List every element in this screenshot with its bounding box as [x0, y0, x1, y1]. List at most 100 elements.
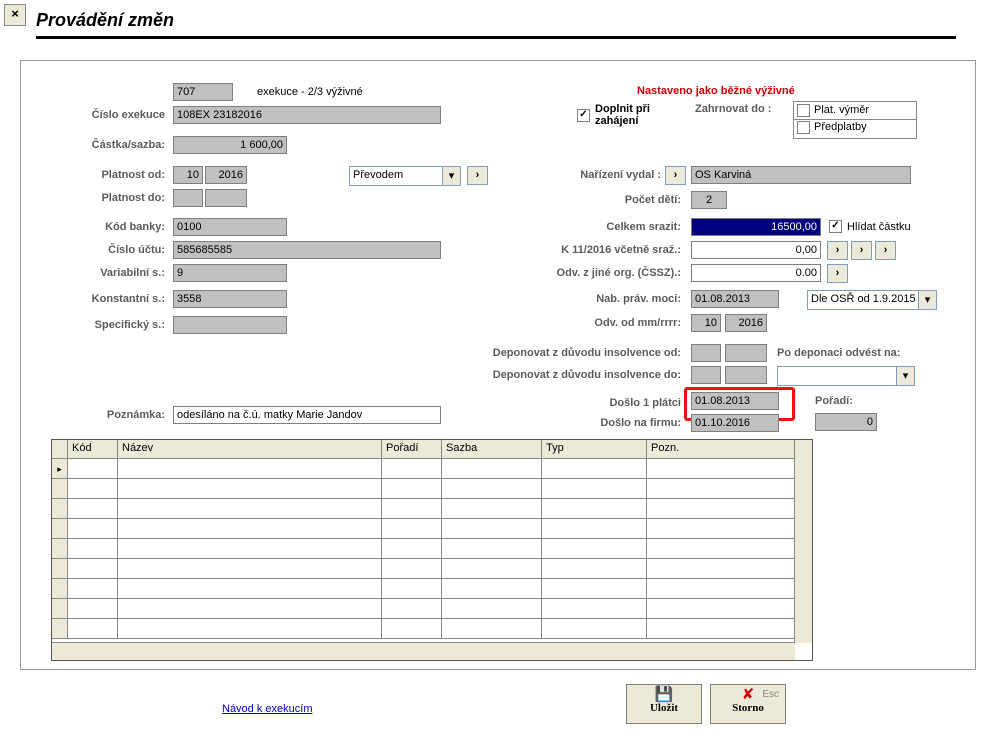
platnost-od-yy[interactable]: 2016	[205, 166, 247, 184]
ss-field[interactable]	[173, 316, 287, 334]
grid-cell[interactable]	[442, 519, 542, 539]
plat-vymer-checkbox[interactable]	[797, 104, 810, 117]
grid-cell[interactable]	[382, 499, 442, 519]
platba-go-button[interactable]: ›	[467, 166, 488, 185]
doslof-field[interactable]: 01.10.2016	[691, 414, 779, 432]
platnost-do-mm[interactable]	[173, 189, 203, 207]
grid-cell[interactable]	[382, 459, 442, 479]
poznamka-field[interactable]: odesíláno na č.ú. matky Marie Jandov	[173, 406, 441, 424]
castka-field[interactable]: 1 600,00	[173, 136, 287, 154]
cancel-button[interactable]: ✘ Esc Storno	[710, 684, 786, 724]
grid-cell[interactable]	[647, 599, 795, 619]
grid-cell[interactable]	[118, 539, 382, 559]
grid-cell[interactable]	[542, 559, 647, 579]
row-header[interactable]	[52, 559, 68, 579]
grid-cell[interactable]	[382, 479, 442, 499]
narizeni-field[interactable]: OS Karviná	[691, 166, 911, 184]
grid-cell[interactable]	[442, 579, 542, 599]
grid-cell[interactable]	[118, 459, 382, 479]
predplatby-checkbox[interactable]	[797, 121, 810, 134]
po-dep-combo[interactable]: ▾	[777, 366, 915, 386]
row-header[interactable]	[52, 579, 68, 599]
row-header[interactable]	[52, 479, 68, 499]
grid-cell[interactable]	[118, 499, 382, 519]
grid-cell[interactable]	[382, 539, 442, 559]
grid-cell[interactable]	[382, 579, 442, 599]
grid-hscroll[interactable]	[52, 642, 795, 660]
grid-cell[interactable]	[118, 559, 382, 579]
close-button[interactable]: ×	[4, 4, 26, 26]
grid-cell[interactable]	[647, 619, 795, 639]
grid-cell[interactable]	[647, 519, 795, 539]
guide-link[interactable]: Návod k exekucím	[222, 703, 312, 715]
grid-cell[interactable]	[442, 559, 542, 579]
k-btn2[interactable]: ›	[851, 241, 872, 260]
odv-field[interactable]: 0.00	[691, 264, 821, 282]
grid-cell[interactable]	[542, 519, 647, 539]
grid-cell[interactable]	[647, 559, 795, 579]
osr-combo[interactable]: Dle OSŘ od 1.9.2015 ▾	[807, 290, 937, 310]
dep-do-mm[interactable]	[691, 366, 721, 384]
grid-cell[interactable]	[542, 499, 647, 519]
row-header[interactable]	[52, 519, 68, 539]
grid-cell[interactable]	[542, 459, 647, 479]
k-field[interactable]: 0,00	[691, 241, 821, 259]
grid-cell[interactable]	[442, 539, 542, 559]
grid-cell[interactable]	[382, 619, 442, 639]
grid-cell[interactable]	[542, 619, 647, 639]
k-btn3[interactable]: ›	[875, 241, 896, 260]
grid-cell[interactable]	[68, 619, 118, 639]
grid-cell[interactable]	[647, 459, 795, 479]
dep-od-yy[interactable]	[725, 344, 767, 362]
doplnit-checkbox[interactable]: ✓	[577, 109, 590, 122]
grid-cell[interactable]	[118, 579, 382, 599]
grid-vscroll[interactable]	[794, 440, 812, 643]
col-pozn[interactable]: Pozn.	[647, 440, 795, 459]
grid-cell[interactable]	[68, 499, 118, 519]
grid-cell[interactable]	[68, 479, 118, 499]
kod-banky-field[interactable]: 0100	[173, 218, 287, 236]
celkem-field[interactable]: 16500,00	[691, 218, 821, 236]
nab-field[interactable]: 01.08.2013	[691, 290, 779, 308]
grid-cell[interactable]	[647, 579, 795, 599]
k-btn1[interactable]: ›	[827, 241, 848, 260]
grid-cell[interactable]	[542, 479, 647, 499]
platnost-do-yy[interactable]	[205, 189, 247, 207]
odv-btn[interactable]: ›	[827, 264, 848, 283]
grid-cell[interactable]	[382, 559, 442, 579]
col-sazba[interactable]: Sazba	[442, 440, 542, 459]
grid-cell[interactable]	[647, 479, 795, 499]
grid-cell[interactable]	[382, 519, 442, 539]
grid-cell[interactable]	[542, 539, 647, 559]
row-header[interactable]	[52, 499, 68, 519]
row-header[interactable]: ▸	[52, 459, 68, 479]
grid-cell[interactable]	[68, 459, 118, 479]
row-header[interactable]	[52, 619, 68, 639]
narizeni-go-button[interactable]: ›	[665, 166, 686, 185]
code-field[interactable]: 707	[173, 83, 233, 101]
grid-cell[interactable]	[68, 539, 118, 559]
hlidat-checkbox[interactable]: ✓	[829, 220, 842, 233]
col-kod[interactable]: Kód	[68, 440, 118, 459]
vars-field[interactable]: 9	[173, 264, 287, 282]
ks-field[interactable]: 3558	[173, 290, 287, 308]
col-nazev[interactable]: Název	[118, 440, 382, 459]
platnost-od-mm[interactable]: 10	[173, 166, 203, 184]
grid-cell[interactable]	[68, 599, 118, 619]
grid-cell[interactable]	[647, 499, 795, 519]
save-button[interactable]: 💾 Uložit	[626, 684, 702, 724]
col-poradi[interactable]: Pořadí	[382, 440, 442, 459]
poradi-field[interactable]: 0	[815, 413, 877, 431]
odvod-yy[interactable]: 2016	[725, 314, 767, 332]
grid-cell[interactable]	[118, 519, 382, 539]
grid-cell[interactable]	[68, 559, 118, 579]
grid-cell[interactable]	[68, 579, 118, 599]
grid-cell[interactable]	[442, 499, 542, 519]
grid-cell[interactable]	[118, 619, 382, 639]
platba-combo[interactable]: Převodem ▾	[349, 166, 461, 186]
grid-cell[interactable]	[442, 479, 542, 499]
grid-cell[interactable]	[118, 479, 382, 499]
cislo-exekuce-field[interactable]: 108EX 23182016	[173, 106, 441, 124]
dep-od-mm[interactable]	[691, 344, 721, 362]
row-header[interactable]	[52, 599, 68, 619]
